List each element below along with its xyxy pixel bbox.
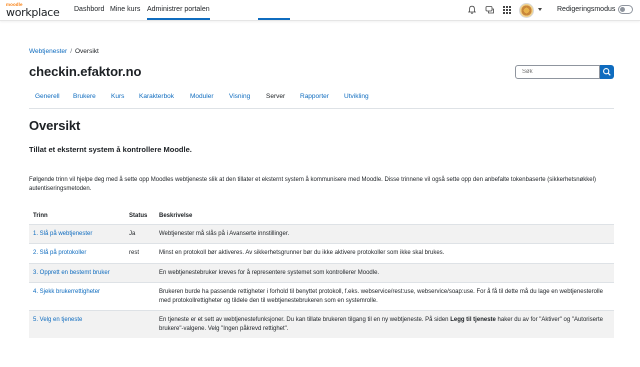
nav-link-my-courses[interactable]: Mine kurs bbox=[110, 6, 140, 13]
description-cell: Brukeren burde ha passende rettigheter i… bbox=[155, 282, 614, 311]
tab-grades[interactable]: Karakterbok bbox=[139, 93, 174, 100]
step-cell: 5. Velg en tjeneste bbox=[29, 310, 125, 338]
add-service-link-text[interactable]: Legg til tjeneste bbox=[450, 317, 496, 323]
search-icon bbox=[603, 68, 611, 76]
breadcrumb-separator: / bbox=[70, 48, 72, 55]
breadcrumb-current: Oversikt bbox=[75, 48, 99, 55]
section-subheading: Tillat et eksternt system å kontrollere … bbox=[29, 145, 192, 154]
step-cell: 2. Slå på protokoller bbox=[29, 243, 125, 263]
status-cell: Ja bbox=[125, 223, 155, 244]
tab-reports[interactable]: Rapporter bbox=[300, 93, 329, 100]
description-cell: Webtjenester må slås på i Avanserte inns… bbox=[155, 223, 614, 244]
table-row: 2. Slå på protokoller rest Minst en prot… bbox=[29, 243, 614, 263]
breadcrumb-link-webservices[interactable]: Webtjenester bbox=[29, 48, 67, 55]
bell-icon[interactable] bbox=[467, 5, 477, 15]
nav-link-site-admin[interactable]: Administrer portalen bbox=[147, 6, 210, 20]
status-cell: rest bbox=[125, 243, 155, 263]
step-link-create-user[interactable]: 3. Opprett en bestemt bruker bbox=[33, 270, 110, 276]
description-cell: Minst en protokoll bør aktiveres. Av sik… bbox=[155, 243, 614, 263]
status-cell bbox=[125, 282, 155, 311]
description-cell: En tjeneste er et sett av webtjenestefun… bbox=[155, 310, 614, 338]
page-title: checkin.efaktor.no bbox=[29, 64, 142, 79]
edit-mode-toggle[interactable] bbox=[618, 5, 633, 14]
edit-mode-label: Redigeringsmodus bbox=[557, 6, 616, 13]
grid-icon[interactable] bbox=[502, 5, 512, 15]
chevron-down-icon[interactable] bbox=[538, 8, 542, 11]
section-heading: Oversikt bbox=[29, 118, 81, 133]
top-navbar: moodle workplace Dashbord Mine kurs Admi… bbox=[0, 0, 640, 21]
table-header-row: Trinn Status Beskrivelse bbox=[29, 208, 614, 225]
breadcrumb: Webtjenester / Oversikt bbox=[29, 48, 99, 55]
active-tab-indicator bbox=[258, 18, 290, 20]
step-link-select-service[interactable]: 5. Velg en tjeneste bbox=[33, 317, 82, 323]
step-link-enable-protocols[interactable]: 2. Slå på protokoller bbox=[33, 250, 86, 256]
search-input[interactable] bbox=[515, 65, 600, 79]
search-button[interactable] bbox=[600, 65, 614, 79]
user-avatar[interactable] bbox=[519, 3, 534, 18]
table-row: 5. Velg en tjeneste En tjeneste er et se… bbox=[29, 310, 614, 338]
chat-icon[interactable] bbox=[485, 5, 495, 15]
description-cell: En webtjenestebruker kreves for å repres… bbox=[155, 262, 614, 283]
nav-link-dashboard[interactable]: Dashbord bbox=[74, 6, 104, 13]
logo-big-text: workplace bbox=[6, 6, 60, 19]
table-row: 1. Slå på webtjenester Ja Webtjenester m… bbox=[29, 223, 614, 244]
moodle-workplace-logo[interactable]: moodle workplace bbox=[6, 2, 60, 19]
column-header-description: Beskrivelse bbox=[155, 208, 614, 225]
tab-users[interactable]: Brukere bbox=[73, 93, 96, 100]
tab-general[interactable]: Generell bbox=[35, 93, 60, 100]
tab-appearance[interactable]: Visning bbox=[229, 93, 250, 100]
status-cell bbox=[125, 310, 155, 338]
status-cell bbox=[125, 262, 155, 283]
step-cell: 1. Slå på webtjenester bbox=[29, 223, 125, 244]
step-cell: 3. Opprett en bestemt bruker bbox=[29, 262, 125, 283]
step-link-check-capabilities[interactable]: 4. Sjekk brukerrettigheter bbox=[33, 289, 100, 295]
tab-server[interactable]: Server bbox=[266, 93, 285, 100]
description-text: En tjeneste er et sett av webtjenestefun… bbox=[159, 317, 451, 323]
step-cell: 4. Sjekk brukerrettigheter bbox=[29, 282, 125, 311]
table-row: 4. Sjekk brukerrettigheter Brukeren burd… bbox=[29, 282, 614, 311]
table-row: 3. Opprett en bestemt bruker En webtjene… bbox=[29, 262, 614, 283]
steps-table: Trinn Status Beskrivelse 1. Slå på webtj… bbox=[29, 208, 614, 338]
step-link-enable-webservices[interactable]: 1. Slå på webtjenester bbox=[33, 231, 92, 237]
tab-plugins[interactable]: Moduler bbox=[190, 93, 213, 100]
tab-development[interactable]: Utvikling bbox=[344, 93, 369, 100]
tab-courses[interactable]: Kurs bbox=[111, 93, 124, 100]
intro-text: Følgende trinn vil hjelpe deg med å sett… bbox=[29, 177, 596, 192]
admin-tabs: Generell Brukere Kurs Karakterbok Module… bbox=[29, 88, 614, 109]
column-header-status: Status bbox=[125, 208, 155, 225]
column-header-step: Trinn bbox=[29, 208, 125, 225]
